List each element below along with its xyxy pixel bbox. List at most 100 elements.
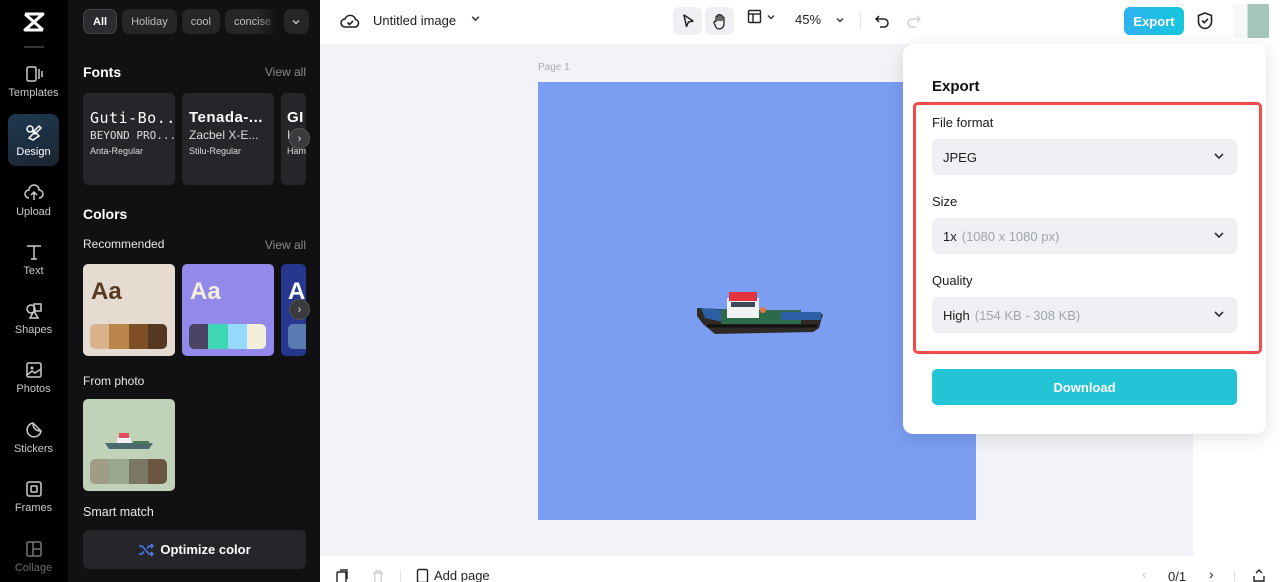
- chevron-down-icon: [767, 14, 775, 19]
- rail-item-templates[interactable]: Templates: [8, 55, 59, 107]
- chevron-right-icon: ›: [297, 303, 302, 316]
- rail-item-design[interactable]: Design: [8, 114, 59, 166]
- top-bar: Untitled image 45% Export: [320, 0, 1280, 44]
- bottombar-divider: [400, 570, 401, 582]
- fonts-scroll-right-button[interactable]: ›: [289, 128, 310, 149]
- filter-chips: All Holiday cool concise: [83, 9, 309, 34]
- color-swatch: [109, 459, 129, 484]
- photos-icon: [25, 361, 42, 378]
- font-card[interactable]: Tenada-... Zacbel X-E... Stilu-Regular: [182, 93, 274, 185]
- title-dropdown-button[interactable]: [470, 13, 481, 27]
- undo-icon[interactable]: [874, 13, 890, 29]
- bottombar-divider: [1234, 570, 1235, 582]
- smart-match-label: Smart match: [83, 505, 154, 519]
- rail-label: Photos: [16, 382, 51, 395]
- frames-icon: [25, 480, 42, 497]
- size-select[interactable]: 1x (1080 x 1080 px): [932, 218, 1237, 254]
- avatar[interactable]: [1233, 4, 1269, 38]
- colors-view-all-link[interactable]: View all: [265, 238, 306, 252]
- add-page-label: Add page: [434, 568, 490, 582]
- colors-scroll-right-button[interactable]: ›: [289, 299, 310, 320]
- zoom-dropdown[interactable]: 45%: [795, 12, 845, 27]
- quality-value: High: [943, 307, 970, 323]
- design-icon: [25, 124, 42, 141]
- font-card-title: Guti-Bo...: [90, 109, 175, 127]
- colors-title: Colors: [83, 206, 128, 222]
- optimize-color-button[interactable]: Optimize color: [83, 530, 306, 569]
- file-format-select[interactable]: JPEG: [932, 139, 1237, 175]
- hand-tool-button[interactable]: [705, 7, 734, 35]
- next-page-button[interactable]: ›: [1209, 566, 1214, 582]
- color-swatch: [128, 459, 148, 484]
- quality-label: Quality: [932, 273, 973, 288]
- file-format-label: File format: [932, 115, 994, 130]
- redo-icon[interactable]: [906, 13, 922, 29]
- delete-page-icon[interactable]: [371, 569, 385, 582]
- font-card-name: Stilu-Regular: [189, 146, 242, 156]
- palette-swatches: [189, 324, 266, 349]
- font-card-subtitle: BEYOND PRO...: [90, 129, 175, 142]
- color-swatch: [147, 459, 167, 484]
- rail-label: Text: [23, 264, 44, 277]
- font-card-title: Tenada-...: [189, 109, 263, 126]
- rail-item-stickers[interactable]: Stickers: [8, 411, 59, 463]
- export-button[interactable]: Export: [1124, 7, 1184, 35]
- chevron-down-icon: [1214, 232, 1224, 239]
- font-card-name: Anta-Regular: [90, 146, 144, 156]
- left-rail: Templates Design Upload Text Shapes Phot…: [0, 0, 68, 582]
- add-page-button[interactable]: Add page: [416, 568, 490, 582]
- font-card[interactable]: Guti-Bo... BEYOND PRO... Anta-Regular: [83, 93, 175, 185]
- shapes-icon: [25, 302, 42, 319]
- color-swatch: [128, 324, 148, 349]
- rail-divider: [24, 46, 44, 48]
- color-swatch: [147, 324, 167, 349]
- palette-swatches: [90, 324, 167, 349]
- chip-all[interactable]: All: [83, 9, 118, 34]
- cloud-saved-icon[interactable]: [340, 12, 360, 30]
- rail-label: Collage: [14, 561, 53, 574]
- chip-holiday[interactable]: Holiday: [122, 9, 177, 34]
- download-button[interactable]: Download: [932, 369, 1237, 405]
- fonts-title: Fonts: [83, 64, 122, 80]
- chevron-down-icon: [1214, 153, 1224, 160]
- collage-icon: [25, 540, 42, 557]
- page-label: Page 1: [538, 62, 570, 73]
- color-palette-card[interactable]: Aa: [83, 264, 175, 356]
- rail-item-photos[interactable]: Photos: [8, 351, 59, 403]
- color-swatch: [288, 324, 306, 349]
- expand-pages-icon[interactable]: [1252, 568, 1266, 582]
- shield-check-icon[interactable]: [1196, 11, 1214, 31]
- from-photo-label: From photo: [83, 374, 145, 388]
- rail-item-collage[interactable]: Collage: [8, 530, 59, 582]
- photo-palette-card[interactable]: [83, 399, 175, 491]
- shuffle-icon: [139, 542, 155, 557]
- chips-expand-button[interactable]: [283, 9, 309, 34]
- palette-sample-text: Aa: [190, 278, 221, 305]
- chip-concise[interactable]: concise: [224, 9, 279, 34]
- rail-item-frames[interactable]: Frames: [8, 470, 59, 522]
- fonts-view-all-link[interactable]: View all: [265, 65, 306, 79]
- palette-sample-text: Aa: [91, 278, 122, 305]
- export-title: Export: [932, 78, 980, 95]
- boat-image[interactable]: [695, 288, 827, 340]
- color-swatch: [189, 324, 209, 349]
- rail-item-upload[interactable]: Upload: [8, 174, 59, 226]
- capcut-logo-icon[interactable]: [20, 8, 48, 36]
- rail-label: Frames: [14, 501, 53, 514]
- boat-thumbnail: [105, 433, 153, 449]
- layout-menu-button[interactable]: [747, 9, 776, 24]
- color-swatch: [208, 324, 228, 349]
- prev-page-button[interactable]: ‹: [1142, 566, 1147, 582]
- quality-select[interactable]: High (154 KB - 308 KB): [932, 297, 1237, 333]
- upload-icon: [23, 183, 44, 200]
- color-swatch: [90, 459, 110, 484]
- document-title[interactable]: Untitled image: [373, 13, 456, 28]
- chip-cool[interactable]: cool: [181, 9, 220, 34]
- color-palette-card[interactable]: Aa: [182, 264, 274, 356]
- rail-item-shapes[interactable]: Shapes: [8, 292, 59, 344]
- duplicate-page-icon[interactable]: [335, 569, 349, 582]
- design-panel: All Holiday cool concise Fonts View all …: [68, 0, 320, 582]
- app-root: Templates Design Upload Text Shapes Phot…: [0, 0, 1280, 582]
- rail-item-text[interactable]: Text: [8, 233, 59, 285]
- select-tool-button[interactable]: [673, 7, 702, 35]
